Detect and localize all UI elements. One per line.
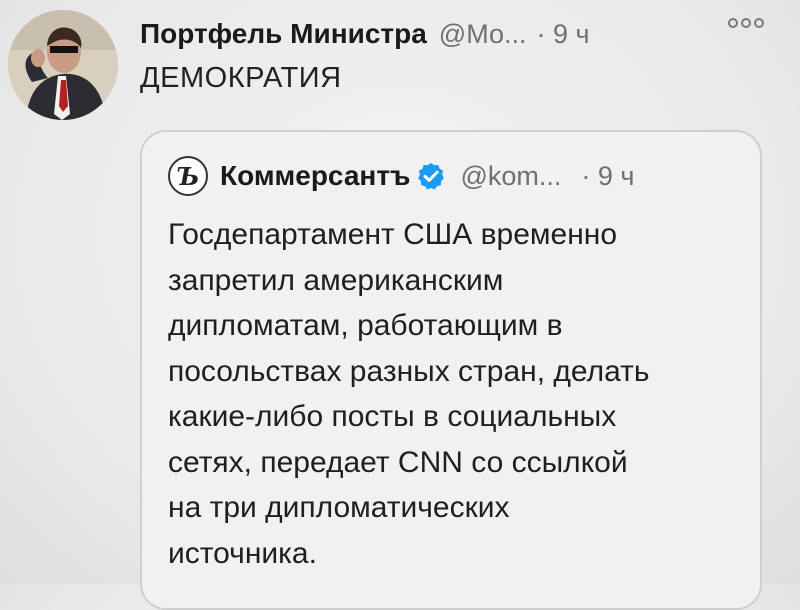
person-in-suit-avatar-icon	[8, 10, 118, 120]
quoted-avatar-letter: Ъ	[176, 161, 200, 191]
quoted-text-line: Госдепартамент США временно	[168, 218, 618, 251]
quoted-text-line: на три дипломатических	[168, 491, 510, 524]
quoted-tweet-timestamp[interactable]: · 9 ч	[581, 161, 634, 192]
quoted-tweet-text: Госдепартамент США временно запретил амер…	[168, 212, 748, 576]
quoted-text-line: посольствах разных стран, делать	[168, 354, 650, 388]
quoted-author-name[interactable]: Коммерсантъ	[220, 160, 410, 192]
tweet-timestamp[interactable]: · 9 ч	[537, 19, 590, 50]
quoted-text-line: какие-либо посты в социальных	[168, 400, 617, 433]
more-options-icon[interactable]	[728, 18, 764, 28]
quoted-text-line: дипломатам, работающим в	[168, 309, 563, 342]
quoted-author-handle[interactable]: @kom...	[460, 161, 561, 192]
tweet-text: ДЕМОКРАТИЯ	[140, 62, 342, 94]
quoted-tweet-header: Ъ Коммерсантъ @kom... · 9 ч	[168, 154, 748, 198]
quoted-tweet-card[interactable]: Ъ Коммерсантъ @kom... · 9 ч Госдепартаме…	[140, 130, 762, 610]
tweet-header: Портфель Министра @Мо... · 9 ч	[140, 14, 780, 54]
author-handle[interactable]: @Мо...	[439, 19, 527, 50]
avatar[interactable]	[8, 10, 118, 120]
verified-badge-icon	[416, 161, 446, 191]
quoted-text-line: сетях, передает CNN со ссылкой	[168, 445, 628, 479]
author-name[interactable]: Портфель Министра	[140, 18, 427, 50]
quoted-author-avatar[interactable]: Ъ	[168, 156, 208, 196]
quoted-text-line: запретил американским	[168, 263, 504, 297]
quoted-text-line: источника.	[168, 536, 317, 570]
